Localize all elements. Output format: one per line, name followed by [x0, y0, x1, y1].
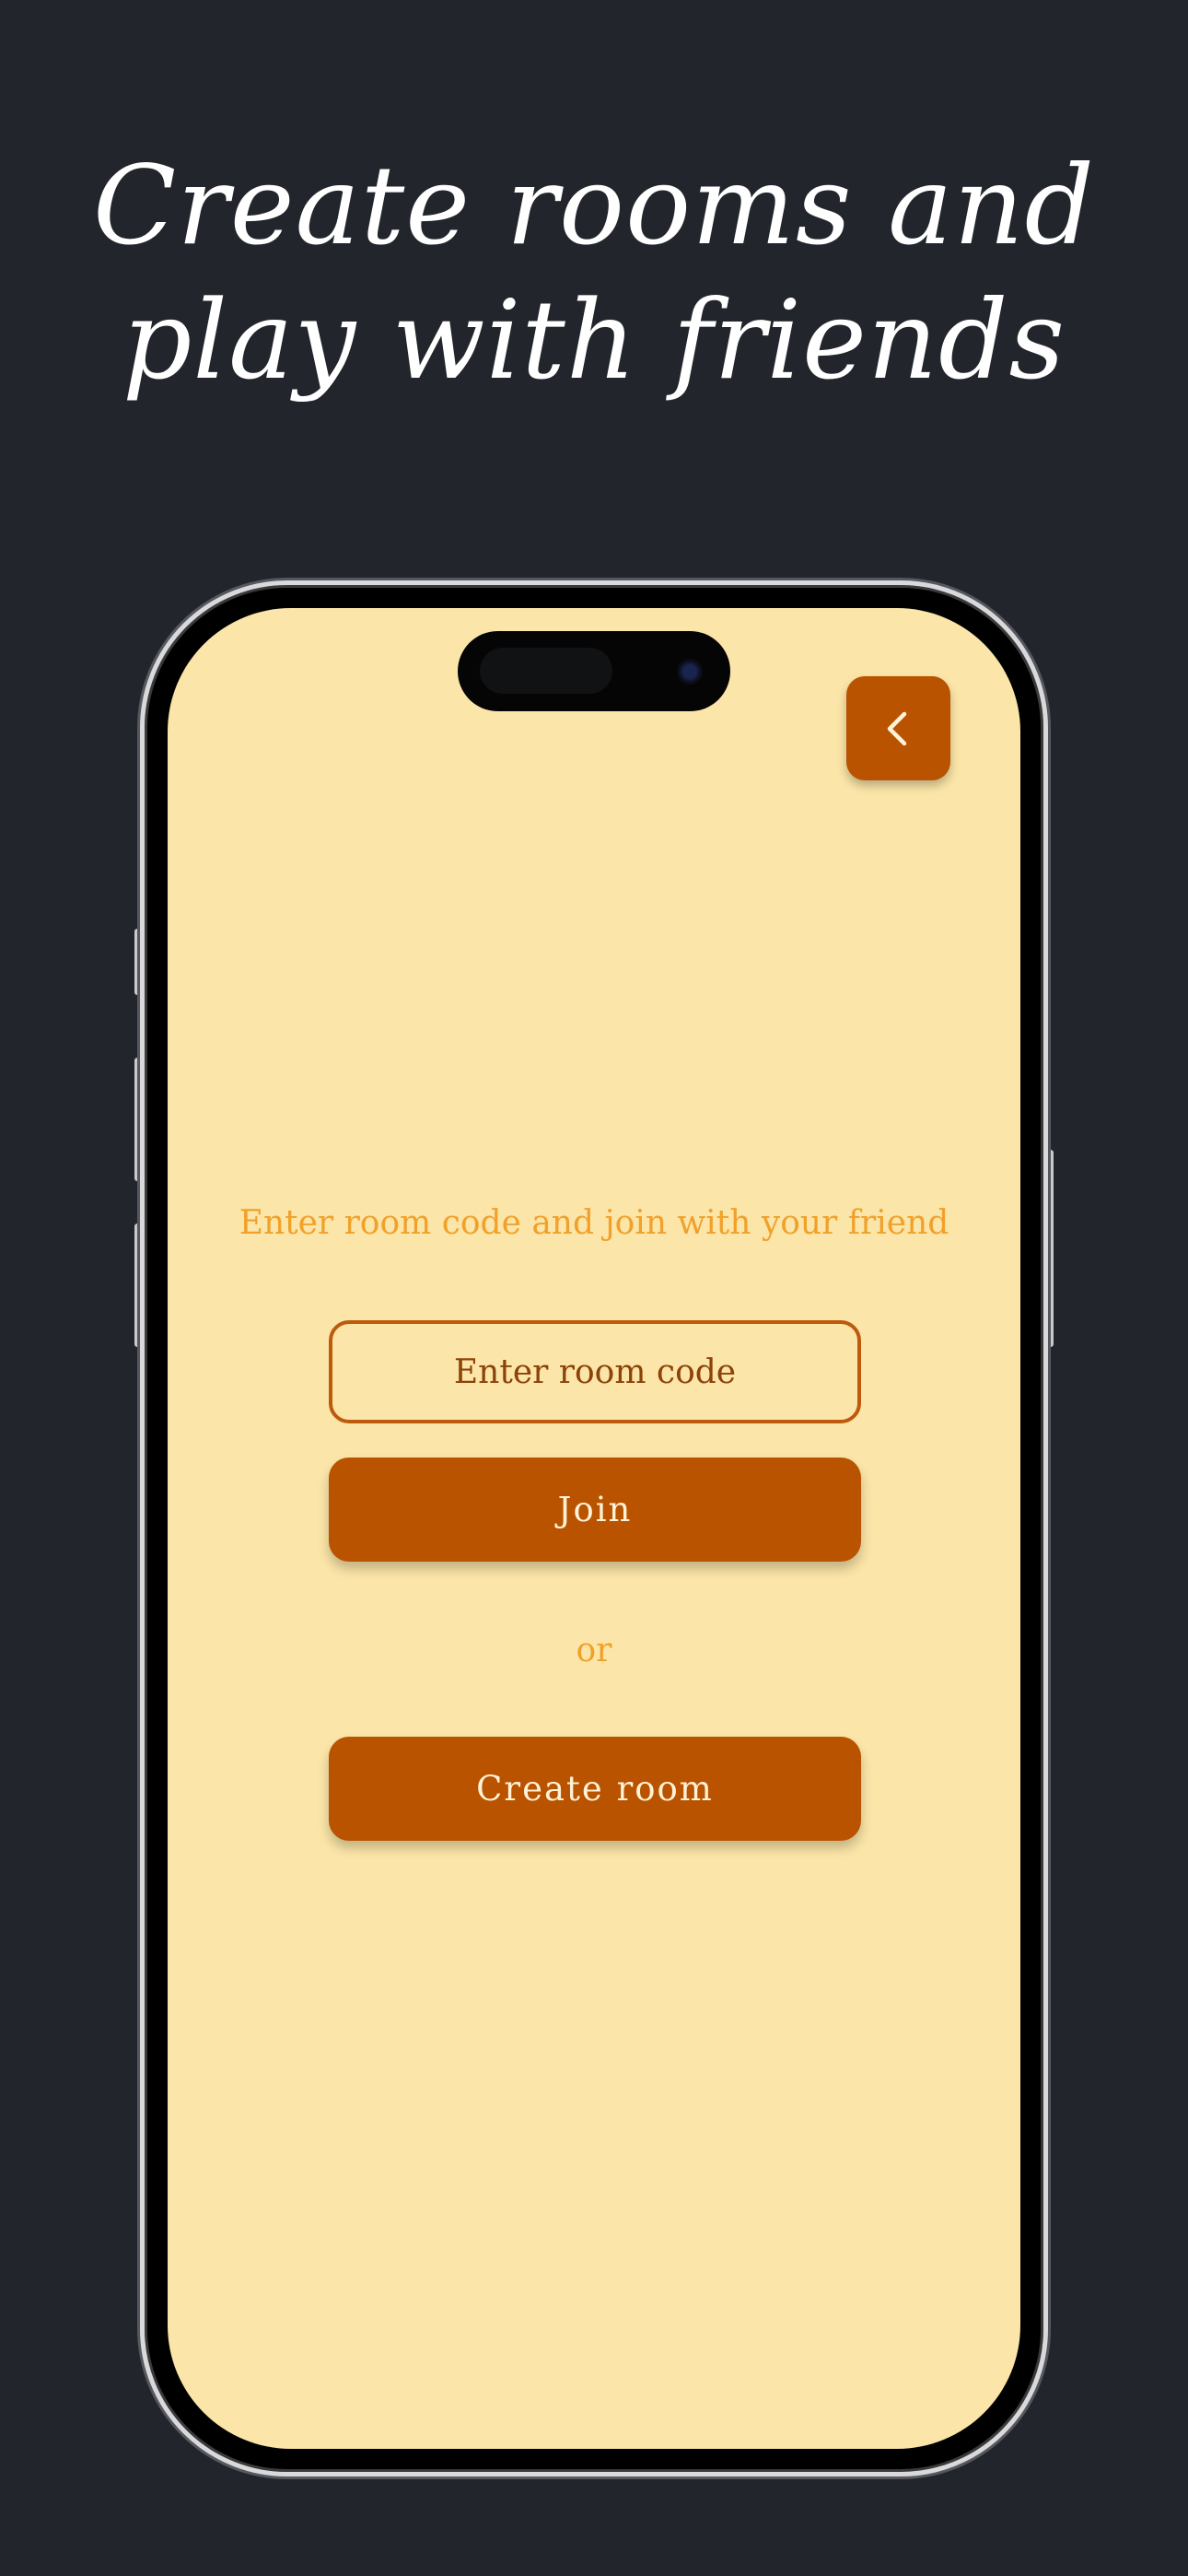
join-prompt: Enter room code and join with your frien… — [239, 1204, 949, 1242]
join-button[interactable]: Join — [329, 1458, 861, 1562]
headline-line-1: Create rooms and — [93, 142, 1095, 269]
island-sensor — [480, 648, 612, 694]
create-room-button[interactable]: Create room — [329, 1737, 861, 1841]
dynamic-island — [458, 631, 730, 711]
back-button[interactable] — [846, 676, 950, 780]
or-divider-text: or — [576, 1632, 612, 1669]
promo-headline: Create rooms and play with friends — [0, 138, 1188, 407]
create-room-button-label: Create room — [476, 1769, 714, 1809]
promo-page: Create rooms and play with friends Enter… — [0, 0, 1188, 2576]
headline-line-2: play with friends — [122, 276, 1066, 404]
chevron-left-icon — [887, 711, 906, 745]
front-camera — [677, 659, 703, 685]
room-code-input[interactable] — [329, 1320, 861, 1423]
join-button-label: Join — [557, 1490, 633, 1529]
phone-screen: Enter room code and join with your frien… — [168, 608, 1020, 2449]
